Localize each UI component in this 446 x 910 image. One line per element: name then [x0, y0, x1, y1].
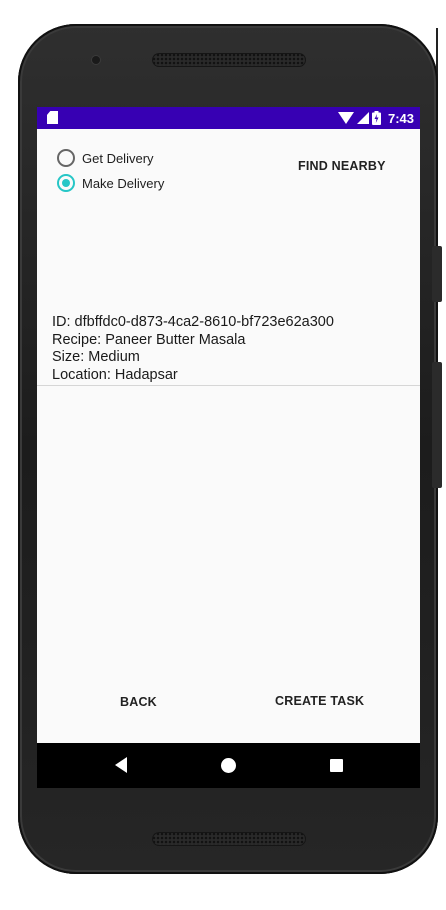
- create-task-button[interactable]: CREATE TASK: [265, 688, 374, 714]
- wifi-icon: [337, 112, 354, 124]
- home-circle-icon[interactable]: [221, 758, 236, 773]
- order-id: ID: dfbffdc0-d873-4ca2-8610-bf723e62a300: [52, 314, 334, 330]
- radio-get-delivery[interactable]: Get Delivery: [57, 149, 154, 167]
- front-camera: [92, 56, 100, 64]
- order-location: Location: Hadapsar: [52, 366, 178, 383]
- back-triangle-icon[interactable]: [115, 757, 127, 773]
- top-speaker-grille: [152, 53, 306, 67]
- recents-square-icon[interactable]: [330, 759, 343, 772]
- radio-checked-icon[interactable]: [57, 174, 75, 192]
- status-bar: 7:43: [37, 107, 420, 129]
- app-content: Get Delivery Make Delivery FIND NEARBY I…: [37, 129, 420, 743]
- radio-unchecked-icon[interactable]: [57, 149, 75, 167]
- status-time: 7:43: [387, 110, 414, 126]
- back-button[interactable]: BACK: [110, 689, 167, 715]
- find-nearby-button[interactable]: FIND NEARBY: [288, 153, 396, 179]
- volume-button: [432, 246, 442, 302]
- status-icons: 7:43: [337, 110, 414, 126]
- order-size: Size: Medium: [52, 349, 140, 365]
- power-button: [432, 362, 442, 488]
- order-recipe: Recipe: Paneer Butter Masala: [52, 331, 246, 348]
- device-frame-stage: 7:43 Get Delivery Make Delivery FIND NEA…: [0, 0, 446, 910]
- signal-icon: [356, 112, 369, 124]
- content-divider: [37, 385, 420, 386]
- battery-icon: [371, 111, 381, 125]
- navigation-bar: [37, 743, 420, 788]
- device-screen: 7:43 Get Delivery Make Delivery FIND NEA…: [37, 107, 420, 788]
- radio-label-make-delivery: Make Delivery: [82, 175, 165, 191]
- bottom-speaker-grille: [152, 832, 306, 846]
- radio-label-get-delivery: Get Delivery: [82, 150, 154, 166]
- sd-card-icon: [47, 111, 58, 124]
- order-details: ID: dfbffdc0-d873-4ca2-8610-bf723e62a300…: [52, 314, 412, 384]
- radio-make-delivery[interactable]: Make Delivery: [57, 174, 164, 192]
